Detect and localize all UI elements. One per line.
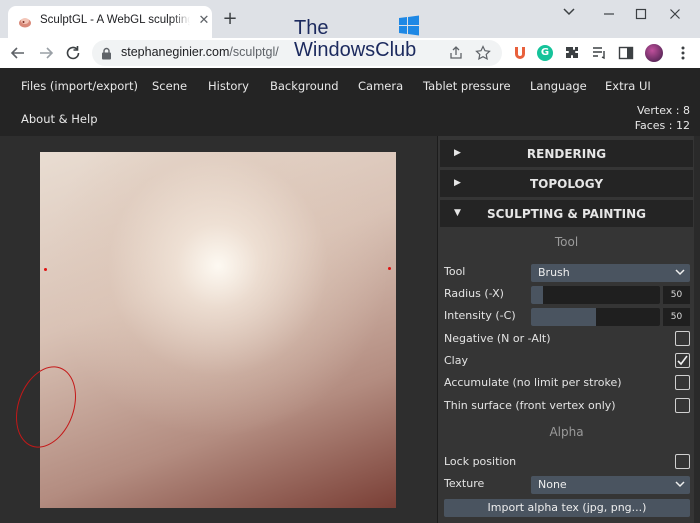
sculptgl-favicon-icon [19, 18, 31, 28]
radius-value[interactable]: 50 [663, 286, 690, 304]
panel-scrollbar[interactable] [694, 136, 700, 523]
radius-slider[interactable] [531, 286, 660, 304]
clay-checkbox[interactable] [675, 353, 690, 368]
import-alpha-texture-button[interactable]: Import alpha tex (jpg, png...) [444, 499, 690, 517]
minimize-icon[interactable] [594, 3, 624, 25]
symmetry-dot [388, 267, 391, 270]
section-sculpting-painting[interactable]: ▼ SCULPTING & PAINTING [440, 200, 693, 227]
intensity-label: Intensity (-C) [444, 309, 516, 322]
texture-select[interactable]: None [531, 476, 690, 494]
reload-icon[interactable] [63, 43, 83, 63]
thin-surface-label: Thin surface (front vertex only) [444, 399, 616, 412]
section-topology[interactable]: ▶ TOPOLOGY [440, 170, 693, 197]
negative-label: Negative (N or -Alt) [444, 332, 551, 345]
close-tab-icon[interactable]: ✕ [196, 13, 212, 29]
close-window-icon[interactable] [660, 3, 690, 25]
texture-select-value: None [538, 478, 567, 491]
browser-tab[interactable]: SculptGL - A WebGL sculpting app ✕ [8, 6, 212, 38]
radius-slider-fill [531, 286, 543, 304]
checkmark-icon [677, 355, 688, 366]
windows-logo-icon [399, 15, 419, 36]
intensity-slider-fill [531, 308, 596, 326]
extensions-puzzle-icon[interactable] [564, 45, 580, 61]
menu-background[interactable]: Background [270, 79, 339, 93]
accumulate-checkbox[interactable] [675, 375, 690, 390]
more-options-icon[interactable] [675, 45, 691, 61]
maximize-icon[interactable] [626, 3, 656, 25]
menu-scene[interactable]: Scene [152, 79, 187, 93]
section-topology-label: TOPOLOGY [529, 177, 604, 191]
share-icon[interactable] [448, 45, 464, 61]
url-path: /sculptgl/ [229, 45, 279, 59]
forward-arrow-icon[interactable] [36, 43, 56, 63]
vertex-count: Vertex : 8 [636, 104, 690, 117]
intensity-slider[interactable] [531, 308, 660, 326]
reading-list-icon[interactable] [591, 45, 607, 61]
tool-label: Tool [444, 265, 466, 278]
bookmark-star-icon[interactable] [475, 45, 491, 61]
lock-icon[interactable] [101, 47, 112, 60]
faces-count: Faces : 12 [634, 119, 690, 132]
lock-position-label: Lock position [444, 455, 517, 468]
lock-position-checkbox[interactable] [675, 454, 690, 469]
url-text: stephaneginier.com/sculptgl/ [121, 45, 279, 59]
clay-label: Clay [444, 354, 468, 367]
new-tab-button[interactable]: + [220, 10, 240, 30]
section-rendering[interactable]: ▶ RENDERING [440, 140, 693, 167]
url-host: stephaneginier.com [121, 45, 230, 59]
sculpt-viewport[interactable] [40, 152, 396, 508]
tool-select-value: Brush [538, 266, 570, 279]
mesh-stats: Vertex : 8 Faces : 12 [635, 103, 690, 133]
menu-tablet-pressure[interactable]: Tablet pressure [423, 79, 511, 93]
watermark: The WindowsClub [294, 15, 419, 61]
profile-avatar[interactable] [645, 44, 663, 62]
menu-files[interactable]: Files (import/export) [21, 79, 138, 93]
menu-camera[interactable]: Camera [358, 79, 403, 93]
grammarly-extension-icon[interactable]: G [537, 45, 553, 61]
ublock-extension-icon[interactable] [512, 45, 528, 61]
menu-extra-ui[interactable]: Extra UI [605, 79, 651, 93]
side-panel: ▶ RENDERING ▶ TOPOLOGY ▼ SCULPTING & PAI… [437, 136, 700, 523]
intensity-value[interactable]: 50 [663, 308, 690, 326]
texture-label: Texture [444, 477, 485, 490]
negative-checkbox[interactable] [675, 331, 690, 346]
menu-language[interactable]: Language [530, 79, 587, 93]
section-rendering-label: RENDERING [526, 147, 607, 161]
section-sculpting-label: SCULPTING & PAINTING [486, 207, 647, 221]
tab-title: SculptGL - A WebGL sculpting app [40, 14, 190, 26]
menu-history[interactable]: History [208, 79, 249, 93]
tool-group-title: Tool [554, 235, 579, 249]
thin-surface-checkbox[interactable] [675, 398, 690, 413]
sculpt-canvas-area[interactable] [0, 136, 437, 523]
chevron-down-icon [675, 481, 685, 488]
tool-select[interactable]: Brush [531, 264, 690, 282]
accumulate-label: Accumulate (no limit per stroke) [444, 376, 622, 389]
brush-center-dot [44, 268, 47, 271]
side-panel-icon[interactable] [618, 45, 634, 61]
radius-label: Radius (-X) [444, 287, 504, 300]
watermark-line2: WindowsClub [294, 39, 417, 61]
chevron-down-icon[interactable] [554, 3, 584, 25]
app-menu-bar: Files (import/export) Scene History Back… [0, 68, 700, 136]
menu-about-help[interactable]: About & Help [21, 112, 98, 126]
back-arrow-icon[interactable] [8, 43, 28, 63]
alpha-group-title: Alpha [549, 425, 584, 439]
chevron-down-icon [675, 269, 685, 276]
